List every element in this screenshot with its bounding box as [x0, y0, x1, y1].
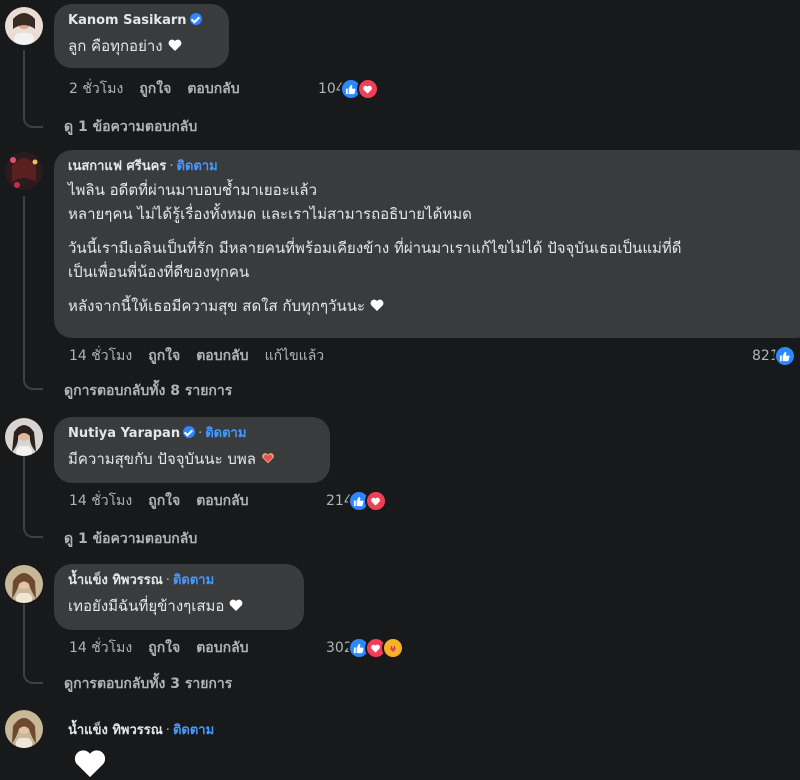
- avatar[interactable]: [5, 710, 43, 748]
- comment-bubble: เนสกาแฟ ศรีนคร · ติดตาม ไพลิน อดีตที่ผ่านม…: [54, 150, 800, 338]
- commenter-name[interactable]: Kanom Sasikarn: [68, 13, 187, 28]
- reply-button[interactable]: ตอบกลับ: [187, 78, 239, 100]
- white-heart-icon: [370, 299, 384, 311]
- reply-button[interactable]: ตอบกลับ: [196, 637, 248, 659]
- avatar[interactable]: [5, 152, 43, 190]
- reply-connector: [23, 522, 43, 538]
- reply-connector: [23, 668, 43, 684]
- avatar[interactable]: [5, 418, 43, 456]
- comment-bubble: Kanom Sasikarn ลูก คือทุกอย่าง: [54, 4, 229, 68]
- verified-badge-icon: [189, 13, 202, 25]
- commenter-name[interactable]: Nutiya Yarapan: [68, 426, 180, 441]
- comment-time[interactable]: 2 ชั่วโมง: [69, 78, 123, 100]
- comment-text-line: วันนี้เรามีเอลินเป็นที่รัก มีหลายคนที่พร…: [68, 239, 682, 257]
- commenter-name[interactable]: น้ำแข็ง ทิพวรรณ: [68, 573, 163, 588]
- comment-bubble: น้ำแข็ง ทิพวรรณ · ติดตาม เทอยังมีฉันที่ยุข…: [54, 564, 304, 630]
- thread-line: [23, 50, 25, 114]
- love-reaction-icon: [356, 78, 379, 100]
- white-heart-icon: [230, 599, 243, 611]
- follow-link[interactable]: ติดตาม: [205, 426, 246, 441]
- comment-text: เทอยังมีฉันที่ยุข้างๆเสมอ: [68, 597, 225, 615]
- view-replies-link[interactable]: ดู 1 ข้อความตอบกลับ: [64, 116, 197, 138]
- edited-label: แก้ไขแล้ว: [264, 348, 325, 364]
- follow-link[interactable]: ติดตาม: [173, 723, 214, 738]
- comment-text-line: เป็นเพื่อนพี่น้องที่ดีของทุกคน: [68, 263, 250, 281]
- comment-text-line: ไพลิน อดีตที่ผ่านมาบอบช้ำมาเยอะแล้ว: [68, 181, 318, 199]
- view-replies-link[interactable]: ดูการตอบกลับทั้ง 8 รายการ: [64, 380, 232, 402]
- like-button[interactable]: ถูกใจ: [148, 345, 180, 367]
- comment-actions: 2 ชั่วโมง ถูกใจ ตอบกลับ: [69, 78, 256, 100]
- comment-actions: 14 ชั่วโมง ถูกใจ ตอบกลับ แก้ไขแล้ว: [69, 345, 340, 367]
- like-button[interactable]: ถูกใจ: [148, 637, 180, 659]
- thread-line: [23, 604, 25, 670]
- reply-connector: [23, 112, 43, 128]
- verified-badge-icon: [183, 426, 196, 438]
- comment-time[interactable]: 14 ชั่วโมง: [69, 490, 132, 512]
- comment-time[interactable]: 14 ชั่วโมง: [69, 345, 132, 367]
- comment-actions: 14 ชั่วโมง ถูกใจ ตอบกลับ: [69, 637, 265, 659]
- view-replies-link[interactable]: ดู 1 ข้อความตอบกลับ: [64, 528, 197, 550]
- follow-link[interactable]: ติดตาม: [173, 573, 214, 588]
- comment-text: มีความสุขกับ ปัจจุบันนะ บพล: [68, 450, 256, 468]
- comment-text-line: หลังจากนี้ให้เธอมีความสุข สดใส กับทุกๆวั…: [68, 297, 366, 315]
- thread-line: [23, 196, 25, 376]
- follow-link[interactable]: ติดตาม: [177, 159, 218, 174]
- commenter-name[interactable]: เนสกาแฟ ศรีนคร: [68, 159, 166, 174]
- white-heart-icon: [74, 750, 106, 778]
- comment-header: น้ำแข็ง ทิพวรรณ · ติดตาม: [68, 723, 215, 738]
- like-button[interactable]: ถูกใจ: [139, 78, 171, 100]
- reaction-summary[interactable]: 821: [752, 345, 796, 367]
- reaction-summary[interactable]: 104: [318, 78, 379, 100]
- care-reaction-icon: [381, 637, 404, 659]
- love-reaction-icon: [364, 490, 387, 512]
- avatar[interactable]: [5, 7, 43, 45]
- reaction-summary[interactable]: 302: [326, 637, 404, 659]
- avatar[interactable]: [5, 565, 43, 603]
- reply-button[interactable]: ตอบกลับ: [196, 345, 248, 367]
- heart-hands-emoji-icon: [262, 453, 274, 464]
- reply-button[interactable]: ตอบกลับ: [196, 490, 248, 512]
- commenter-name[interactable]: น้ำแข็ง ทิพวรรณ: [68, 723, 163, 738]
- like-reaction-icon: [773, 345, 796, 367]
- comment-text: ลูก คือทุกอย่าง: [68, 37, 163, 55]
- reply-connector: [23, 374, 43, 390]
- comment-bubble: Nutiya Yarapan · ติดตาม มีความสุขกับ ปัจจุ…: [54, 417, 330, 483]
- comment-actions: 14 ชั่วโมง ถูกใจ ตอบกลับ: [69, 490, 265, 512]
- comment-time[interactable]: 14 ชั่วโมง: [69, 637, 132, 659]
- view-replies-link[interactable]: ดูการตอบกลับทั้ง 3 รายการ: [64, 673, 232, 695]
- like-button[interactable]: ถูกใจ: [148, 490, 180, 512]
- reaction-summary[interactable]: 214: [326, 490, 387, 512]
- white-heart-icon: [168, 39, 182, 51]
- thread-line: [23, 456, 25, 524]
- comment-text-line: หลายๆคน ไม่ได้รู้เรื่องทั้งหมด และเราไม่…: [68, 205, 472, 223]
